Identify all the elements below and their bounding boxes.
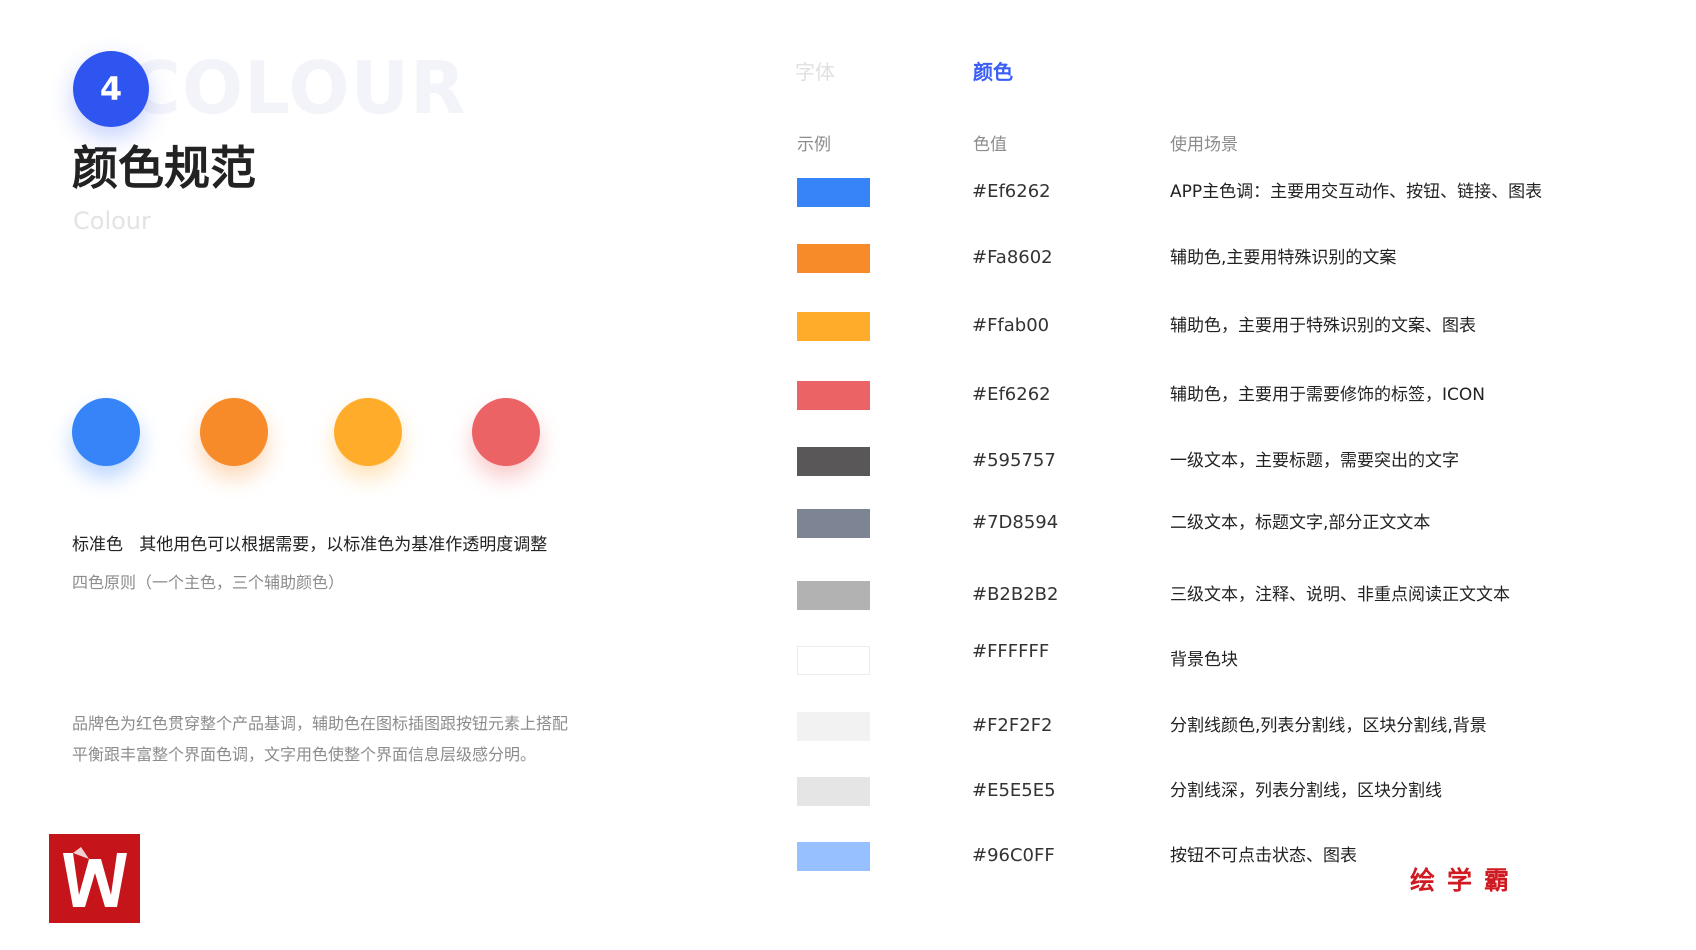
table-row: #F2F2F2 分割线颜色,列表分割线，区块分割线,背景 [0, 712, 1696, 742]
brand-mark-text: 绘学霸 [1410, 866, 1522, 895]
section-number-badge: 4 [73, 51, 149, 127]
color-usage: 辅助色，主要用于特殊识别的文案、图表 [1170, 316, 1476, 336]
table-row: #B2B2B2 三级文本，注释、说明、非重点阅读正文文本 [0, 581, 1696, 611]
color-usage: 按钮不可点击状态、图表 [1170, 846, 1357, 866]
column-header-value: 色值 [973, 135, 1007, 155]
color-swatch [797, 712, 870, 741]
color-swatch [797, 312, 870, 341]
color-usage: 背景色块 [1170, 650, 1238, 670]
table-row: #595757 一级文本，主要标题，需要突出的文字 [0, 447, 1696, 477]
table-row: #Fa8602 辅助色,主要用特殊识别的文案 [0, 244, 1696, 274]
color-hex-value: #Ffab00 [972, 315, 1050, 336]
color-usage: 辅助色，主要用于需要修饰的标签，ICON [1170, 385, 1485, 405]
color-usage: 分割线颜色,列表分割线，区块分割线,背景 [1170, 716, 1487, 736]
color-swatch [797, 777, 870, 806]
table-row: #7D8594 二级文本，标题文字,部分正文文本 [0, 509, 1696, 539]
color-swatch [797, 581, 870, 610]
color-swatch [797, 244, 870, 273]
color-usage: 分割线深，列表分割线，区块分割线 [1170, 781, 1442, 801]
color-usage: APP主色调：主要用交互动作、按钮、链接、图表 [1170, 182, 1543, 202]
color-usage: 辅助色,主要用特殊识别的文案 [1170, 248, 1397, 268]
color-swatch [797, 842, 870, 871]
column-header-usage: 使用场景 [1170, 135, 1238, 155]
color-hex-value: #Ef6262 [972, 384, 1051, 405]
color-hex-value: #Fa8602 [972, 247, 1053, 268]
color-usage: 二级文本，标题文字,部分正文文本 [1170, 513, 1431, 533]
color-hex-value: #Ef6262 [972, 181, 1051, 202]
color-hex-value: #7D8594 [972, 512, 1059, 533]
color-hex-value: #B2B2B2 [972, 584, 1059, 605]
watermark-text: COLOUR [128, 46, 467, 130]
color-swatch [797, 646, 870, 675]
color-hex-value: #595757 [972, 450, 1056, 471]
table-row: #Ef6262 APP主色调：主要用交互动作、按钮、链接、图表 [0, 178, 1696, 208]
color-hex-value: #96C0FF [972, 845, 1055, 866]
table-row: #Ffab00 辅助色，主要用于特殊识别的文案、图表 [0, 312, 1696, 342]
color-swatch [797, 178, 870, 207]
color-swatch [797, 509, 870, 538]
column-header-example: 示例 [797, 135, 831, 155]
color-hex-value: #F2F2F2 [972, 715, 1053, 736]
table-row: #E5E5E5 分割线深，列表分割线，区块分割线 [0, 777, 1696, 807]
color-swatch [797, 447, 870, 476]
color-swatch [797, 381, 870, 410]
color-usage: 三级文本，注释、说明、非重点阅读正文文本 [1170, 585, 1510, 605]
page-subtitle: Colour [73, 207, 151, 235]
color-hex-value: #FFFFFF [972, 641, 1050, 662]
tab-color[interactable]: 颜色 [973, 56, 1013, 85]
color-usage: 一级文本，主要标题，需要突出的文字 [1170, 451, 1459, 471]
color-hex-value: #E5E5E5 [972, 780, 1056, 801]
table-row: #Ef6262 辅助色，主要用于需要修饰的标签，ICON [0, 381, 1696, 411]
tab-font[interactable]: 字体 [795, 56, 835, 85]
table-row: #FFFFFF 背景色块 [0, 641, 1696, 676]
